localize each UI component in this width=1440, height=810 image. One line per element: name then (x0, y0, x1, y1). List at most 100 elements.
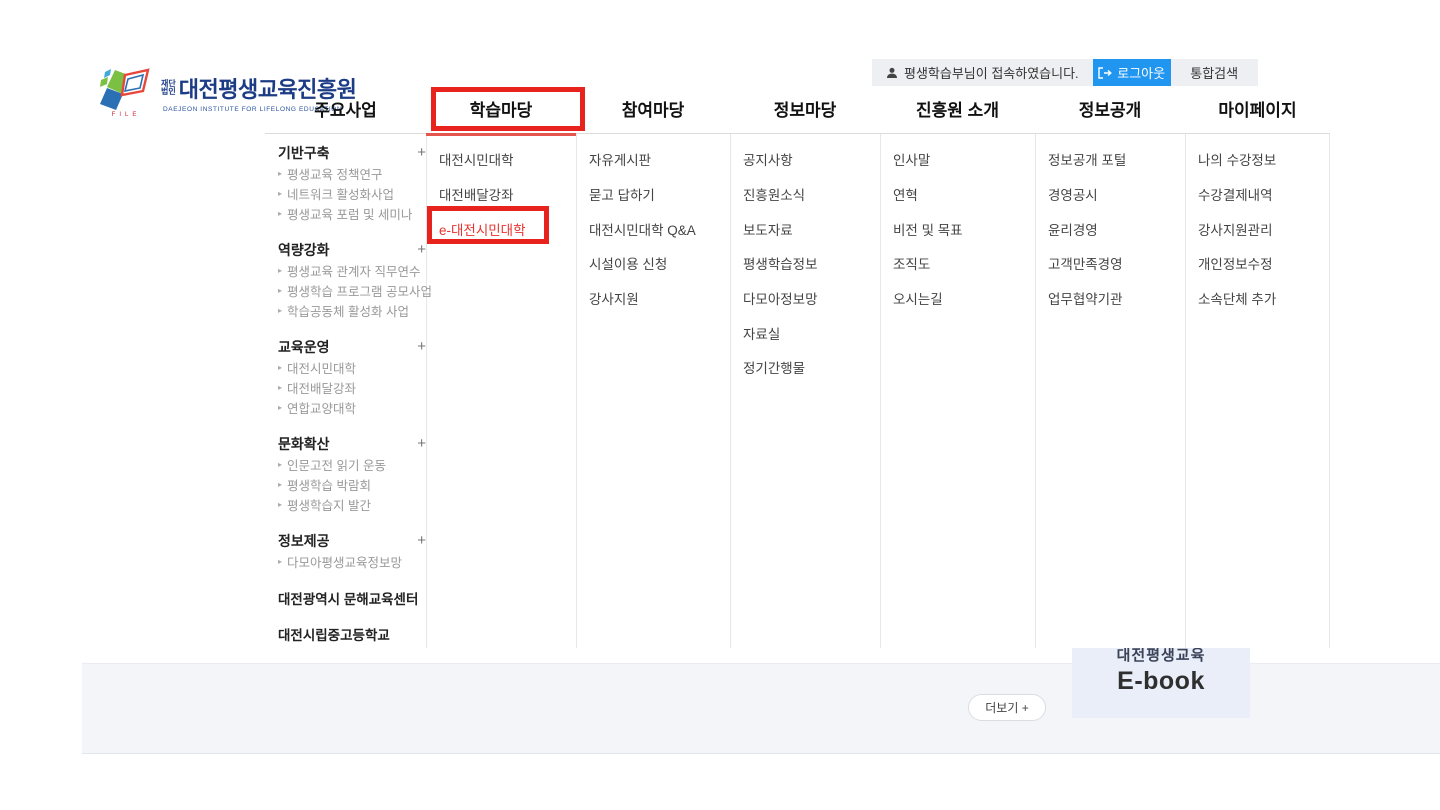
menu-item[interactable]: 보도자료 (743, 211, 818, 246)
arrow-bullet-icon: ▸ (278, 209, 282, 218)
menu-item[interactable]: 윤리경영 (1048, 211, 1126, 246)
nav-item-about[interactable]: 진흥원 소개 (880, 96, 1035, 126)
menu-column-about: 인사말 연혁 비전 및 목표 조직도 오시는길 (893, 142, 963, 315)
arrow-bullet-icon: ▸ (278, 266, 282, 275)
arrow-bullet-icon: ▸ (278, 363, 282, 372)
sidebar-item[interactable]: ▸평생학습 박람회 (278, 474, 426, 494)
sidebar-item[interactable]: ▸인문고전 읽기 운동 (278, 454, 426, 474)
more-button-label: 더보기 + (985, 699, 1028, 716)
arrow-bullet-icon: ▸ (278, 383, 282, 392)
menu-item[interactable]: 업무협약기관 (1048, 281, 1126, 316)
menu-item[interactable]: 대전시민대학 Q&A (589, 211, 696, 246)
sidebar-section-title[interactable]: 문화확산 + (278, 433, 426, 454)
menu-divider (730, 134, 731, 648)
menu-item[interactable]: 연혁 (893, 177, 963, 212)
menu-item[interactable]: 정기간행물 (743, 350, 818, 385)
menu-item[interactable]: 평생학습정보 (743, 246, 818, 281)
menu-column-mypage: 나의 수강정보 수강결제내역 강사지원관리 개인정보수정 소속단체 추가 (1198, 142, 1276, 315)
menu-item[interactable]: 소속단체 추가 (1198, 281, 1276, 316)
global-search-label: 통합검색 (1190, 63, 1238, 82)
menu-item[interactable]: 시설이용 신청 (589, 246, 696, 281)
menu-item[interactable]: 정보공개 포털 (1048, 142, 1126, 177)
logo-file-caption: FILE (112, 112, 141, 118)
menu-divider (1185, 134, 1186, 648)
login-status: 평생학습부님이 접속하였습니다. (872, 59, 1093, 86)
page: 평생학습부님이 접속하였습니다. 로그아웃 통합검색 FILE (0, 0, 1440, 810)
sidebar-section-info-provision: 정보제공 + ▸다모아평생교육정보망 (278, 530, 426, 571)
arrow-bullet-icon: ▸ (278, 169, 282, 178)
sidebar-item[interactable]: ▸다모아평생교육정보망 (278, 551, 426, 571)
menu-item[interactable]: 비전 및 목표 (893, 211, 963, 246)
menu-item[interactable]: 오시는길 (893, 281, 963, 316)
menu-column-learning: 대전시민대학 대전배달강좌 e-대전시민대학 (439, 142, 526, 246)
menu-item[interactable]: 나의 수강정보 (1198, 142, 1276, 177)
ebook-banner-label: E-book (1072, 667, 1250, 696)
sidebar-item[interactable]: ▸평생학습지 발간 (278, 494, 426, 514)
plus-icon[interactable]: + (417, 338, 426, 355)
plus-icon[interactable]: + (417, 144, 426, 161)
nav-item-disclosure[interactable]: 정보공개 (1035, 96, 1185, 126)
menu-item[interactable]: 대전배달강좌 (439, 177, 526, 212)
menu-item[interactable]: 고객만족경영 (1048, 246, 1126, 281)
sidebar-item[interactable]: ▸학습공동체 활성화 사업 (278, 300, 426, 320)
plus-icon[interactable]: + (417, 435, 426, 452)
sidebar-link-middle-high-school[interactable]: 대전시립중고등학교 (278, 623, 426, 644)
menu-item[interactable]: 강사지원 (589, 281, 696, 316)
nav-item-information[interactable]: 정보마당 (730, 96, 880, 126)
menu-item[interactable]: 개인정보수정 (1198, 246, 1276, 281)
sidebar-item[interactable]: ▸대전시민대학 (278, 357, 426, 377)
sidebar-link-literacy-center[interactable]: 대전광역시 문해교육센터 (278, 587, 426, 608)
global-search-button[interactable]: 통합검색 (1171, 59, 1258, 86)
sidebar-section-title[interactable]: 역량강화 + (278, 239, 426, 260)
menu-item[interactable]: 대전시민대학 (439, 142, 526, 177)
arrow-bullet-icon: ▸ (278, 403, 282, 412)
menu-column-information: 공지사항 진흥원소식 보도자료 평생학습정보 다모아정보망 자료실 정기간행물 (743, 142, 818, 385)
menu-divider (1035, 134, 1036, 648)
arrow-bullet-icon: ▸ (278, 189, 282, 198)
menu-item[interactable]: 다모아정보망 (743, 281, 818, 316)
sidebar-section-culture: 문화확산 + ▸인문고전 읽기 운동 ▸평생학습 박람회 ▸평생학습지 발간 (278, 433, 426, 514)
plus-icon[interactable]: + (417, 241, 426, 258)
more-button[interactable]: 더보기 + (968, 694, 1046, 721)
menu-item[interactable]: 강사지원관리 (1198, 211, 1276, 246)
sidebar-item[interactable]: ▸연합교양대학 (278, 397, 426, 417)
menu-item[interactable]: 자료실 (743, 315, 818, 350)
nav-item-participation[interactable]: 참여마당 (576, 96, 730, 126)
logo-org-prefix: 재단 법인 (161, 80, 176, 96)
sidebar-item[interactable]: ▸평생학습 프로그램 공모사업 (278, 280, 426, 300)
sidebar-item[interactable]: ▸평생교육 관계자 직무연수 (278, 260, 426, 280)
menu-item[interactable]: 조직도 (893, 246, 963, 281)
sidebar-item[interactable]: ▸대전배달강좌 (278, 377, 426, 397)
sidebar-section-title[interactable]: 기반구축 + (278, 142, 426, 163)
nav-item-learning[interactable]: 학습마당 (426, 96, 576, 126)
menu-column-participation: 자유게시판 묻고 답하기 대전시민대학 Q&A 시설이용 신청 강사지원 (589, 142, 696, 315)
sidebar-section-title[interactable]: 교육운영 + (278, 336, 426, 357)
active-nav-indicator (426, 133, 576, 136)
sidebar-item[interactable]: ▸네트워크 활성화사업 (278, 183, 426, 203)
plus-icon[interactable]: + (417, 532, 426, 549)
sidebar-section-infrastructure: 기반구축 + ▸평생교육 정책연구 ▸네트워크 활성화사업 ▸평생교육 포럼 및… (278, 142, 426, 223)
arrow-bullet-icon: ▸ (278, 286, 282, 295)
sidebar-item[interactable]: ▸평생교육 정책연구 (278, 163, 426, 183)
menu-item[interactable]: 경영공시 (1048, 177, 1126, 212)
nav-item-mypage[interactable]: 마이페이지 (1185, 96, 1330, 126)
logout-button[interactable]: 로그아웃 (1093, 59, 1171, 86)
arrow-bullet-icon: ▸ (278, 500, 282, 509)
menu-item-e-citizen-univ[interactable]: e-대전시민대학 (439, 211, 526, 246)
logout-label: 로그아웃 (1117, 63, 1165, 82)
arrow-bullet-icon: ▸ (278, 460, 282, 469)
sidebar-item[interactable]: ▸평생교육 포럼 및 세미나 (278, 203, 426, 223)
user-icon (886, 67, 898, 79)
arrow-bullet-icon: ▸ (278, 480, 282, 489)
logout-icon (1098, 67, 1112, 79)
menu-item[interactable]: 공지사항 (743, 142, 818, 177)
arrow-bullet-icon: ▸ (278, 306, 282, 315)
menu-item[interactable]: 진흥원소식 (743, 177, 818, 212)
menu-divider (880, 134, 881, 648)
menu-item[interactable]: 묻고 답하기 (589, 177, 696, 212)
nav-item-main-business[interactable]: 주요사업 (265, 96, 426, 126)
menu-item[interactable]: 인사말 (893, 142, 963, 177)
sidebar-section-title[interactable]: 정보제공 + (278, 530, 426, 551)
menu-item[interactable]: 자유게시판 (589, 142, 696, 177)
menu-item[interactable]: 수강결제내역 (1198, 177, 1276, 212)
